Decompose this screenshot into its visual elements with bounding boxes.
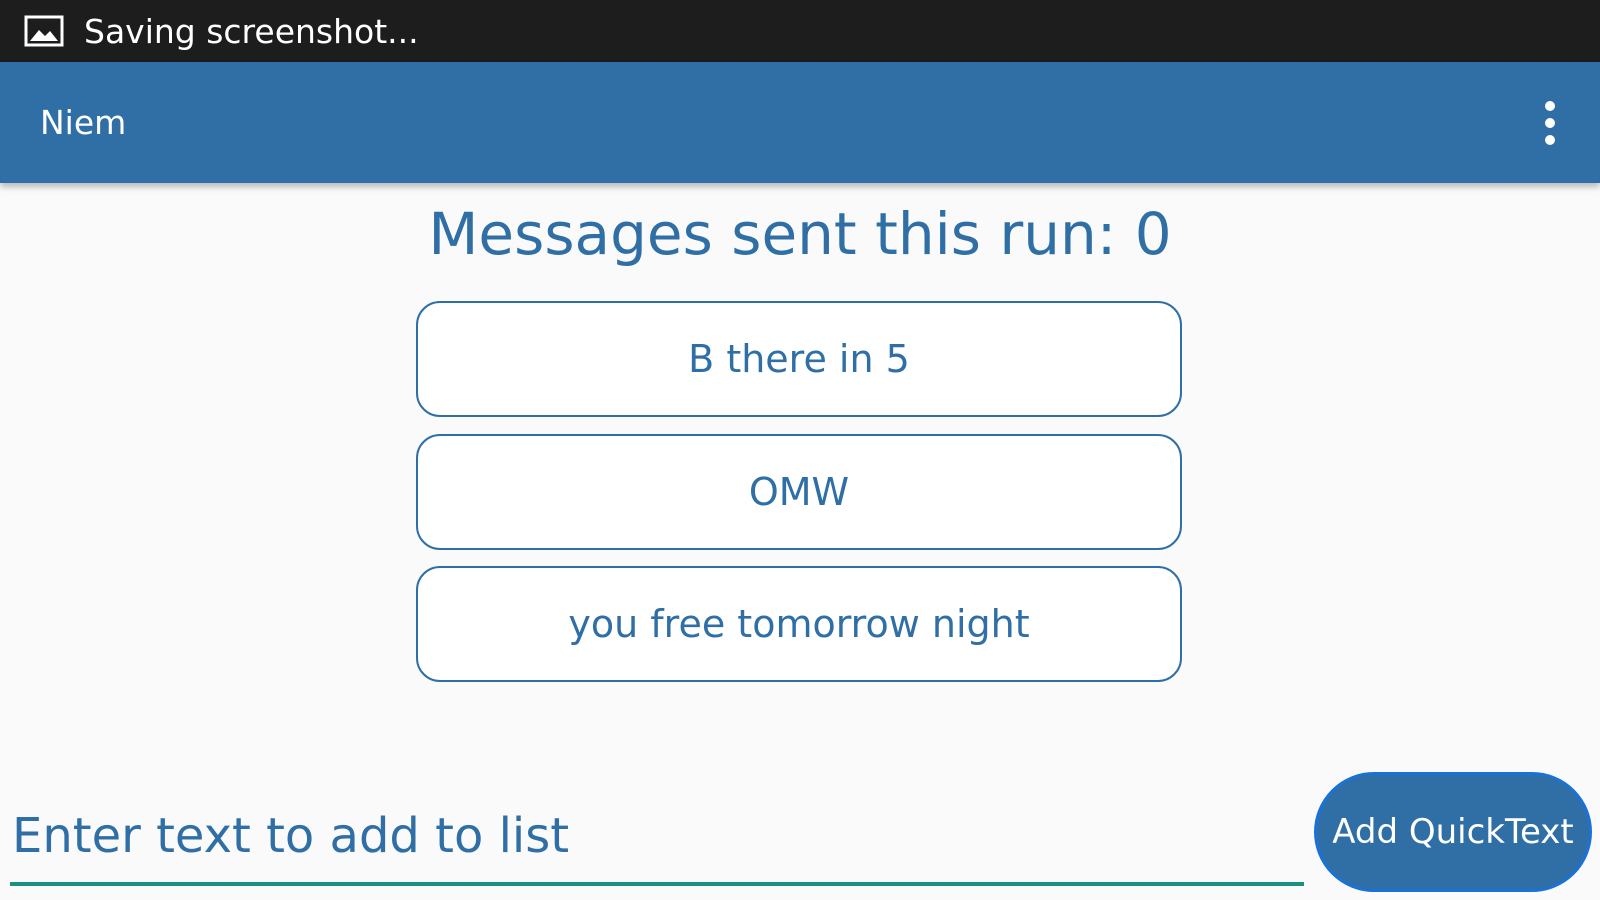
status-bar: Saving screenshot... [0, 0, 1600, 62]
more-vert-icon[interactable] [1520, 83, 1580, 163]
menu-dot [1545, 134, 1555, 145]
menu-dot [1545, 117, 1555, 128]
quick-text-item[interactable]: B there in 5 [416, 301, 1182, 417]
image-icon [24, 15, 64, 47]
add-quicktext-button[interactable]: Add QuickText [1314, 772, 1592, 892]
menu-dot [1545, 100, 1555, 111]
quick-text-item[interactable]: OMW [416, 434, 1182, 550]
status-notification-text: Saving screenshot... [84, 11, 419, 51]
app-bar: Niem [0, 62, 1600, 183]
quick-text-input[interactable] [10, 790, 1304, 886]
quick-text-item[interactable]: you free tomorrow night [416, 566, 1182, 682]
new-quick-text-field [10, 790, 1304, 890]
messages-sent-counter: Messages sent this run: 0 [428, 200, 1172, 268]
app-title: Niem [40, 103, 127, 142]
